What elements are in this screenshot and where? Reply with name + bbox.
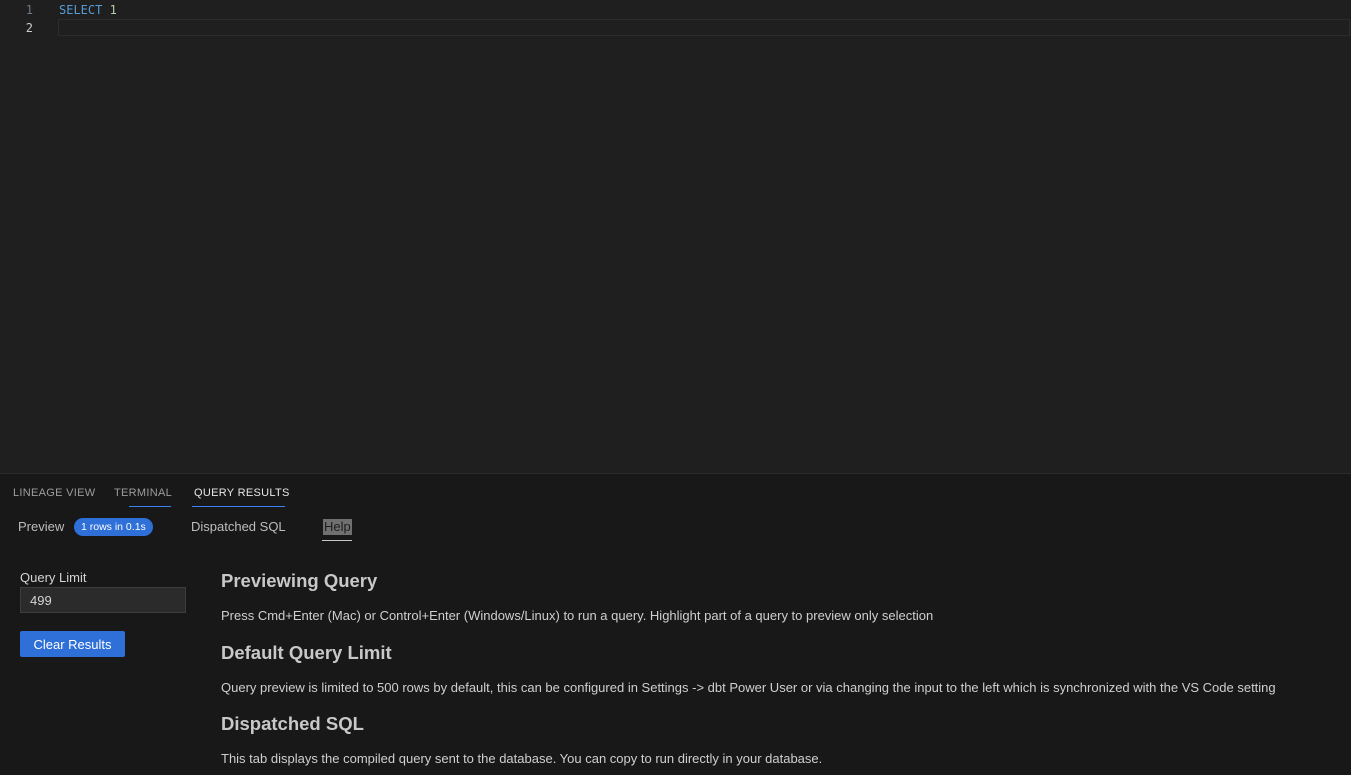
code-line[interactable]: 1 SELECT 1 [0,1,1351,19]
query-results-tab-indicator [192,506,285,507]
help-title-default-query-limit: Default Query Limit [221,642,392,663]
tab-query-results[interactable]: QUERY RESULTS [194,486,290,500]
terminal-tab-indicator [129,506,171,507]
tab-lineage-view[interactable]: LINEAGE VIEW [13,486,95,500]
help-tab-indicator [322,540,352,541]
help-body-previewing-query: Press Cmd+Enter (Mac) or Control+Enter (… [221,608,934,623]
code-editor[interactable]: 1 SELECT 1 2 [0,0,1351,473]
clear-results-button[interactable]: Clear Results [20,631,125,657]
subtab-preview[interactable]: Preview [18,519,64,535]
tab-terminal[interactable]: TERMINAL [114,486,172,500]
code-text[interactable]: SELECT 1 [59,1,117,19]
query-limit-label: Query Limit [20,570,87,585]
subtab-help[interactable]: Help [323,519,352,535]
subtab-dispatched-sql[interactable]: Dispatched SQL [191,519,286,535]
code-line-current[interactable]: 2 [0,19,1351,37]
query-limit-input[interactable] [20,587,186,613]
sql-keyword: SELECT [59,3,103,17]
line-number: 2 [25,21,33,35]
help-body-default-query-limit: Query preview is limited to 500 rows by … [221,680,1276,695]
help-title-dispatched-sql: Dispatched SQL [221,713,364,734]
preview-status-badge: 1 rows in 0.1s [74,518,153,536]
sql-number: 1 [102,3,117,17]
help-title-previewing-query: Previewing Query [221,570,378,591]
current-line-highlight [58,19,1350,36]
help-body-dispatched-sql: This tab displays the compiled query sen… [221,751,823,766]
line-number: 1 [25,3,33,17]
bottom-panel: LINEAGE VIEW TERMINAL QUERY RESULTS Prev… [0,473,1351,775]
